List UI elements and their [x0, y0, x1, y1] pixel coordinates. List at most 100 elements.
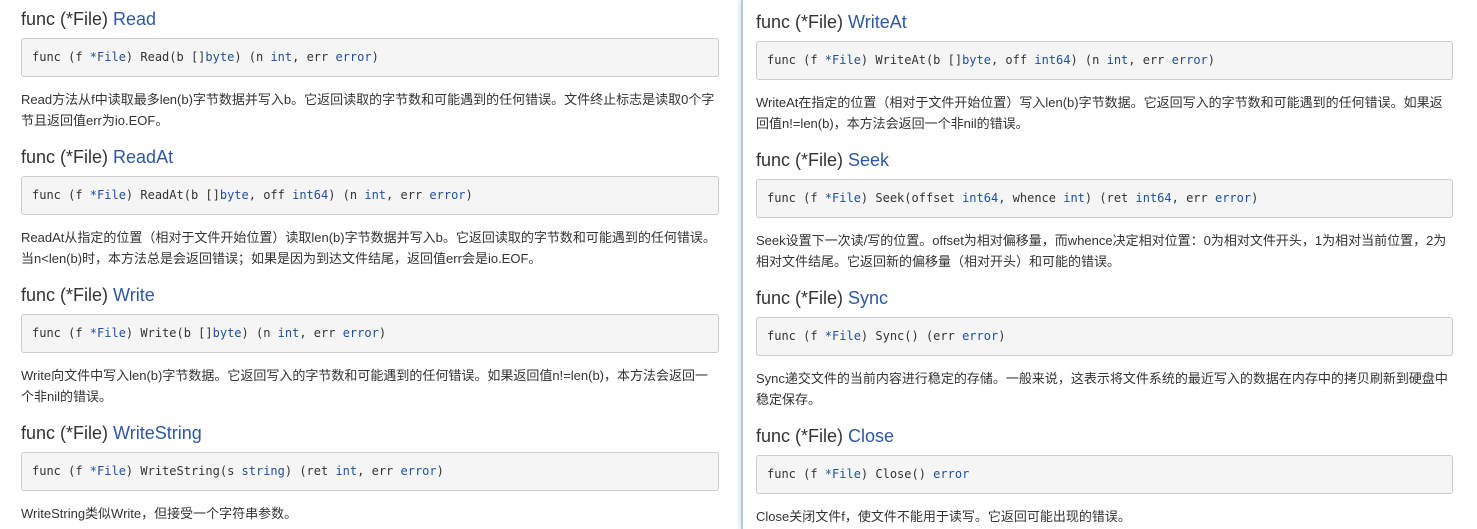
- func-description: WriteString类似Write，但接受一个字符串参数。: [21, 506, 298, 521]
- func-description: Sync递交文件的当前内容进行稳定的存储。一般来说，这表示将文件系统的最近写入的…: [756, 371, 1448, 407]
- code-token: ) Read(b []: [125, 50, 206, 64]
- func-heading-prefix: func (*File): [21, 9, 114, 29]
- code-token: , whence: [998, 191, 1064, 205]
- code-type-token: *File: [89, 464, 126, 478]
- func-description: Read方法从f中读取最多len(b)字节数据并写入b。它返回读取的字节数和可能…: [21, 92, 715, 128]
- code-token: , err: [1128, 53, 1172, 67]
- code-type-token: byte: [205, 50, 235, 64]
- func-section-write: func (*File) Write func (f *File) Write(b…: [21, 284, 719, 407]
- code-type-token: string: [241, 464, 285, 478]
- code-token: , err: [292, 50, 336, 64]
- code-type-token: *File: [824, 191, 861, 205]
- code-token: ) ReadAt(b []: [125, 188, 220, 202]
- func-description: WriteAt在指定的位置（相对于文件开始位置）写入len(b)字节数据。它返回…: [756, 95, 1443, 131]
- code-signature: func (f *File) WriteString(s string) (re…: [21, 452, 719, 491]
- code-token: , err: [1171, 191, 1215, 205]
- code-token: , err: [386, 188, 430, 202]
- code-token: ) (n: [234, 50, 271, 64]
- code-signature: func (f *File) Seek(offset int64, whence…: [756, 179, 1453, 218]
- func-heading: func (*File) Write: [21, 284, 719, 306]
- code-type-token: error: [962, 329, 999, 343]
- code-token: ) Sync() (err: [860, 329, 963, 343]
- code-type-token: *File: [824, 467, 861, 481]
- func-heading-prefix: func (*File): [21, 147, 114, 167]
- func-heading-prefix: func (*File): [756, 426, 849, 446]
- func-name-link[interactable]: Seek: [848, 150, 889, 170]
- code-token: ) WriteAt(b []: [860, 53, 963, 67]
- func-heading-prefix: func (*File): [756, 12, 849, 32]
- code-token: ) Close(): [860, 467, 934, 481]
- code-type-token: int64: [1034, 53, 1071, 67]
- code-signature: func (f *File) ReadAt(b []byte, off int6…: [21, 176, 719, 215]
- func-description: ReadAt从指定的位置（相对于文件开始位置）读取len(b)字节数据并写入b。…: [21, 230, 716, 266]
- code-type-token: int: [277, 326, 300, 340]
- func-heading: func (*File) Close: [756, 425, 1453, 447]
- code-token: func (f: [767, 53, 825, 67]
- code-type-token: int: [270, 50, 293, 64]
- code-token: ): [378, 326, 387, 340]
- code-token: ): [465, 188, 473, 202]
- code-token: , err: [299, 326, 343, 340]
- code-token: func (f: [32, 464, 90, 478]
- code-token: func (f: [32, 188, 90, 202]
- code-type-token: error: [933, 467, 970, 481]
- code-type-token: int64: [1135, 191, 1172, 205]
- code-token: ) Seek(offset: [860, 191, 963, 205]
- code-type-token: *File: [89, 50, 126, 64]
- code-type-token: *File: [824, 53, 861, 67]
- code-type-token: int: [335, 464, 358, 478]
- func-name-link[interactable]: Sync: [848, 288, 888, 308]
- code-token: ) (n: [1070, 53, 1107, 67]
- func-name-link[interactable]: Read: [113, 9, 156, 29]
- func-heading: func (*File) WriteAt: [756, 11, 1453, 33]
- code-token: ): [998, 329, 1006, 343]
- func-heading: func (*File) ReadAt: [21, 146, 719, 168]
- code-token: func (f: [767, 467, 825, 481]
- code-signature: func (f *File) Sync() (err error): [756, 317, 1453, 356]
- func-section-seek: func (*File) Seek func (f *File) Seek(off…: [756, 149, 1453, 272]
- func-description: Close关闭文件f，使文件不能用于读写。它返回可能出现的错误。: [756, 509, 1131, 524]
- code-type-token: error: [1214, 191, 1252, 205]
- code-type-token: error: [1171, 53, 1208, 67]
- func-name-link[interactable]: WriteString: [113, 423, 202, 443]
- func-heading-prefix: func (*File): [756, 150, 849, 170]
- func-heading: func (*File) WriteString: [21, 422, 719, 444]
- func-name-link[interactable]: Write: [113, 285, 155, 305]
- code-signature: func (f *File) WriteAt(b []byte, off int…: [756, 41, 1453, 80]
- code-type-token: int64: [962, 191, 999, 205]
- code-type-token: byte: [219, 188, 249, 202]
- code-type-token: error: [335, 50, 372, 64]
- func-section-read: func (*File) Read func (f *File) Read(b […: [21, 8, 719, 131]
- func-section-close: func (*File) Close func (f *File) Close()…: [756, 425, 1453, 527]
- code-token: func (f: [767, 191, 825, 205]
- func-heading: func (*File) Sync: [756, 287, 1453, 309]
- code-token: ) (ret: [284, 464, 336, 478]
- func-heading-prefix: func (*File): [21, 423, 114, 443]
- func-description: Seek设置下一次读/写的位置。offset为相对偏移量，而whence决定相对…: [756, 233, 1447, 269]
- code-token: func (f: [767, 329, 825, 343]
- code-token: func (f: [32, 326, 90, 340]
- code-type-token: int: [364, 188, 387, 202]
- code-token: ) (n: [241, 326, 278, 340]
- code-token: ): [436, 464, 444, 478]
- code-token: ): [1207, 53, 1215, 67]
- func-name-link[interactable]: WriteAt: [848, 12, 907, 32]
- code-type-token: byte: [212, 326, 242, 340]
- func-description: Write向文件中写入len(b)字节数据。它返回写入的字节数和可能遇到的任何错…: [21, 368, 709, 404]
- code-type-token: error: [400, 464, 437, 478]
- func-section-writeat: func (*File) WriteAt func (f *File) Write…: [756, 11, 1453, 134]
- func-heading-prefix: func (*File): [756, 288, 849, 308]
- func-section-writestring: func (*File) WriteString func (f *File) W…: [21, 422, 719, 524]
- func-heading: func (*File) Seek: [756, 149, 1453, 171]
- func-name-link[interactable]: ReadAt: [113, 147, 173, 167]
- func-name-link[interactable]: Close: [848, 426, 894, 446]
- code-type-token: error: [429, 188, 466, 202]
- code-token: ) (ret: [1084, 191, 1136, 205]
- code-type-token: *File: [824, 329, 861, 343]
- code-type-token: *File: [89, 188, 126, 202]
- code-token: func (f: [32, 50, 90, 64]
- code-type-token: int64: [292, 188, 329, 202]
- code-token: , off: [248, 188, 293, 202]
- code-token: , off: [990, 53, 1035, 67]
- code-signature: func (f *File) Write(b []byte) (n int, e…: [21, 314, 719, 353]
